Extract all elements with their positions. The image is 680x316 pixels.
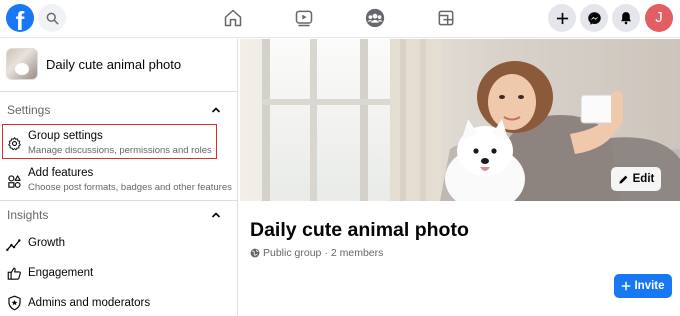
divider — [0, 200, 238, 201]
top-navigation-bar: f J — [0, 0, 680, 38]
messenger-icon — [587, 11, 601, 25]
thumbs-up-icon — [6, 265, 22, 281]
growth-item[interactable]: Growth — [4, 235, 218, 255]
insights-section-title: Insights — [7, 208, 49, 222]
add-features-label: Add features — [28, 167, 94, 179]
account-initial: J — [655, 9, 663, 26]
edit-button-label: Edit — [632, 173, 655, 185]
meta-separator: · — [324, 247, 328, 259]
plus-icon — [556, 12, 568, 24]
watch-tab[interactable] — [292, 6, 316, 30]
messenger-button[interactable] — [580, 4, 608, 32]
gaming-tab[interactable] — [434, 6, 458, 30]
plus-icon — [622, 281, 631, 291]
groups-icon — [365, 8, 385, 28]
chevron-up-icon[interactable] — [210, 209, 222, 221]
notifications-button[interactable] — [612, 4, 640, 32]
add-features-description: Choose post formats, badges and other fe… — [28, 182, 232, 193]
account-avatar[interactable]: J — [645, 4, 673, 32]
edit-cover-button[interactable]: Edit — [611, 167, 661, 191]
home-tab[interactable] — [221, 6, 245, 30]
engagement-item[interactable]: Engagement — [4, 265, 218, 285]
globe-icon — [250, 248, 260, 258]
highlight-box — [2, 124, 217, 159]
search-button[interactable] — [38, 4, 66, 32]
add-features-item[interactable]: Add features Choose post formats, badges… — [4, 167, 232, 197]
home-icon — [224, 9, 242, 27]
admins-moderators-label: Admins and moderators — [28, 297, 151, 309]
group-admin-sidebar: Daily cute animal photo Settings Group s… — [0, 39, 238, 316]
gaming-icon — [438, 10, 454, 26]
pencil-icon — [619, 175, 627, 184]
watch-icon — [295, 10, 313, 27]
groups-tab[interactable] — [363, 6, 387, 30]
invite-button-label: Invite — [634, 280, 665, 292]
growth-chart-icon — [6, 236, 22, 252]
invite-button[interactable]: Invite — [614, 274, 672, 298]
facebook-logo-letter: f — [15, 6, 25, 32]
chevron-up-icon[interactable] — [210, 104, 222, 116]
shapes-icon — [6, 173, 22, 189]
create-button[interactable] — [548, 4, 576, 32]
growth-label: Growth — [28, 237, 66, 249]
group-thumbnail — [6, 48, 38, 80]
settings-section-title: Settings — [7, 103, 51, 117]
admins-moderators-item[interactable]: Admins and moderators — [4, 295, 218, 315]
group-name: Daily cute animal photo — [46, 56, 182, 72]
member-count[interactable]: 2 members — [331, 247, 384, 259]
privacy-label[interactable]: Public group — [263, 247, 321, 259]
divider — [0, 91, 238, 92]
search-icon — [46, 12, 59, 25]
bell-icon — [621, 12, 631, 25]
facebook-logo[interactable]: f — [6, 4, 34, 32]
group-header[interactable]: Daily cute animal photo — [6, 47, 232, 81]
engagement-label: Engagement — [28, 267, 94, 279]
shield-icon — [6, 295, 22, 311]
group-title: Daily cute animal photo — [250, 219, 469, 241]
group-meta: Public group · 2 members — [250, 247, 383, 259]
